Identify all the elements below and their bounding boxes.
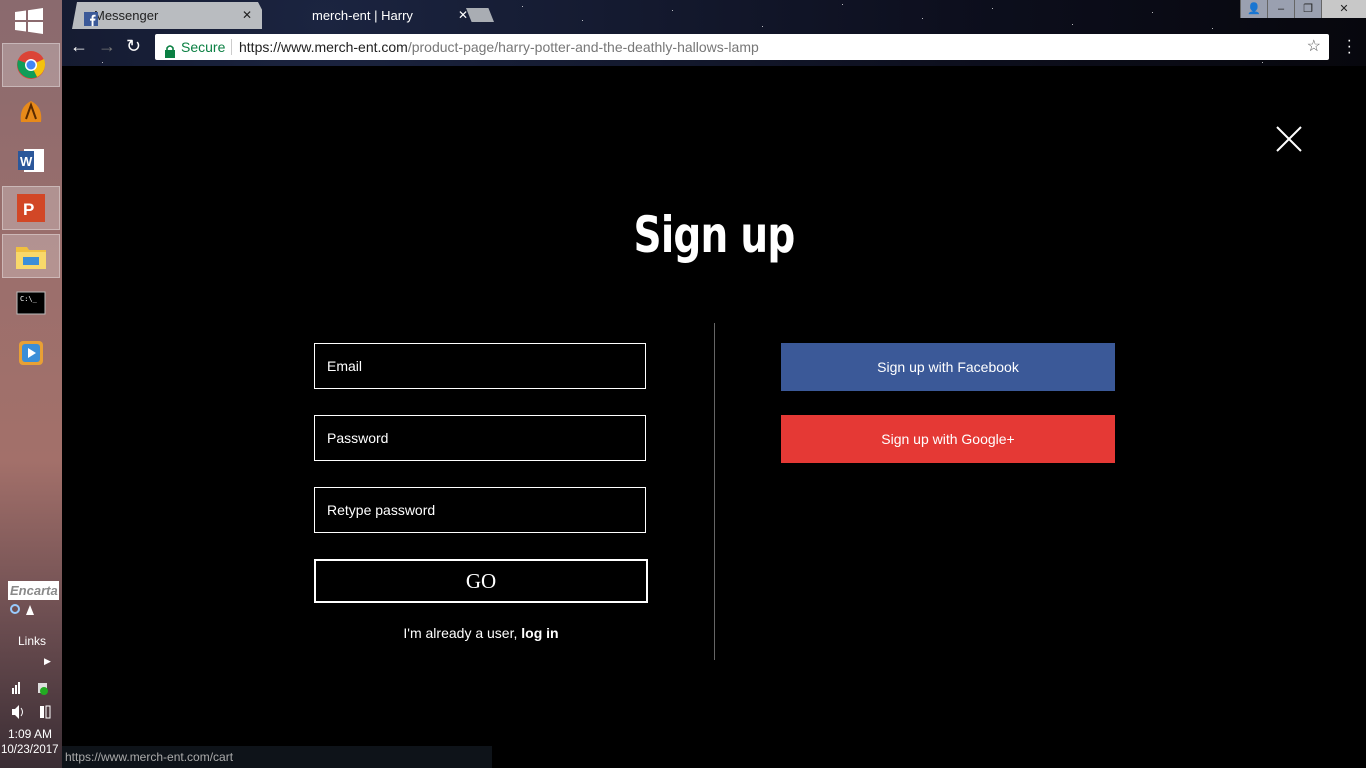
minimize-button[interactable]: ‒	[1267, 0, 1294, 18]
go-button[interactable]: GO	[314, 559, 648, 603]
links-toolbar-label[interactable]: Links	[18, 634, 46, 648]
secure-label: Secure	[181, 39, 226, 55]
address-bar[interactable]: Secure https://www.merch-ent.com/product…	[155, 34, 1329, 60]
svg-text:P: P	[23, 200, 34, 219]
password-field[interactable]	[314, 415, 646, 461]
url-host: https://www.merch-ent.com	[239, 39, 408, 55]
already-user-text: I'm already a user, log in	[314, 625, 648, 641]
svg-text:W: W	[20, 154, 33, 169]
url-path: /product-page/harry-potter-and-the-death…	[407, 39, 759, 55]
tab-label: Messenger	[94, 8, 159, 23]
tab-messenger[interactable]: Messenger ✕	[72, 2, 262, 29]
svg-text:C:\_: C:\_	[20, 295, 38, 303]
retype-password-field[interactable]	[314, 487, 646, 533]
back-icon[interactable]: ←	[70, 36, 88, 57]
close-tab-icon[interactable]: ✕	[242, 2, 252, 29]
facebook-icon	[84, 8, 98, 29]
url-text[interactable]: https://www.merch-ent.com/product-page/h…	[239, 34, 759, 60]
window-controls: 👤 ‒ ❐ ✕	[1240, 0, 1366, 18]
login-link[interactable]: log in	[521, 625, 558, 641]
word-taskbar-icon[interactable]: W	[2, 138, 60, 182]
new-tab-button[interactable]	[466, 8, 494, 22]
taskbar: W P C:\_ Encarta Links ▶ 1:09 AM 10/23/2…	[0, 0, 62, 768]
command-prompt-taskbar-icon[interactable]: C:\_	[2, 281, 60, 325]
menu-dots-icon[interactable]: · · ·	[1347, 33, 1352, 61]
google-signup-button[interactable]: Sign up with Google+	[781, 415, 1115, 463]
browser-chrome: Messenger ✕ merch-ent | Harry Potter ✕ 👤…	[62, 0, 1366, 66]
powerpoint-taskbar-icon[interactable]: P	[2, 186, 60, 230]
reload-icon[interactable]: ↻	[126, 36, 141, 57]
close-tab-icon[interactable]: ✕	[458, 2, 468, 29]
user-icon[interactable]: 👤	[1240, 0, 1267, 18]
forward-icon[interactable]: →	[98, 36, 116, 57]
lock-icon	[165, 40, 175, 66]
chevron-right-icon[interactable]: ▶	[44, 656, 51, 667]
close-window-button[interactable]: ✕	[1321, 0, 1366, 18]
page-title: Sign up	[633, 206, 796, 264]
windows-start-icon[interactable]	[15, 8, 43, 34]
bookmark-star-icon[interactable]: ☆	[1307, 34, 1321, 60]
volume-icon[interactable]	[10, 704, 52, 723]
email-field[interactable]	[314, 343, 646, 389]
clock-date[interactable]: 10/23/2017	[1, 744, 59, 756]
vertical-divider	[714, 323, 715, 660]
search-icon[interactable]	[10, 603, 36, 620]
chrome-taskbar-icon[interactable]	[2, 43, 60, 87]
status-bar-url: https://www.merch-ent.com/cart	[62, 746, 492, 768]
winamp-taskbar-icon[interactable]	[2, 90, 60, 134]
tab-merch-ent[interactable]: merch-ent | Harry Potter ✕	[290, 2, 468, 50]
file-explorer-taskbar-icon[interactable]	[2, 234, 60, 278]
signup-modal: Sign up GO I'm already a user, log in Si…	[62, 66, 1366, 746]
facebook-signup-button[interactable]: Sign up with Facebook	[781, 343, 1115, 391]
close-modal-icon[interactable]	[1274, 124, 1304, 154]
restore-button[interactable]: ❐	[1294, 0, 1321, 18]
network-icon[interactable]	[10, 680, 50, 699]
already-user-label: I'm already a user,	[403, 625, 522, 641]
clock-time[interactable]: 1:09 AM	[8, 727, 52, 741]
media-player-taskbar-icon[interactable]	[2, 331, 60, 375]
omnibox-divider	[231, 39, 232, 55]
encarta-search-box[interactable]: Encarta	[8, 581, 59, 600]
